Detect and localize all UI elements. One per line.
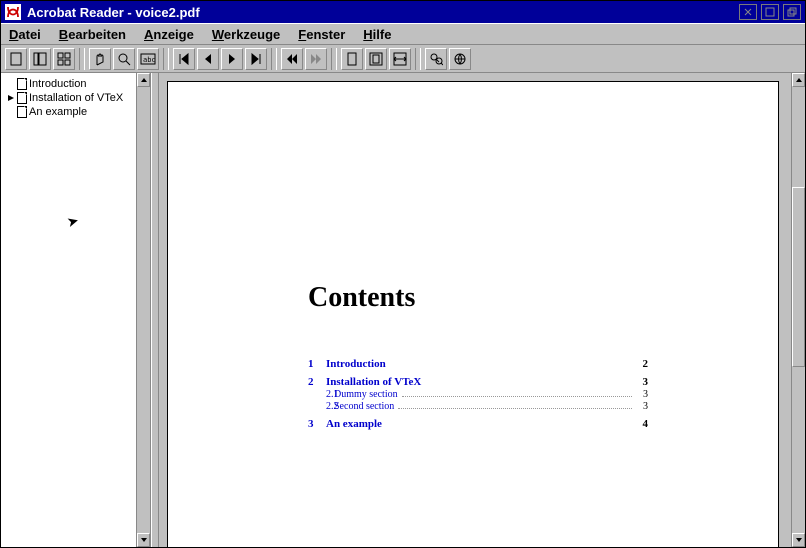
toc-leader	[402, 396, 632, 397]
page-heading: Contents	[308, 282, 415, 314]
toc-pagenum: 3	[636, 389, 648, 400]
bookmarks-panel: Introduction Installation of VTeX An exa…	[1, 73, 151, 547]
toc-subentry[interactable]: 2.2 Second section 3	[308, 401, 648, 412]
sidebar-scrollbar[interactable]	[136, 73, 150, 547]
acrobat-app-icon	[5, 4, 21, 20]
mouse-cursor-icon: ➤	[65, 212, 81, 231]
next-page-icon[interactable]	[221, 48, 243, 70]
expand-triangle-icon[interactable]	[7, 94, 15, 102]
toc-number: 2	[308, 376, 326, 388]
menu-fenster[interactable]: Fenster	[298, 27, 345, 42]
toc-leader	[398, 408, 632, 409]
title-text: Acrobat Reader - voice2.pdf	[27, 5, 735, 20]
hand-tool-icon[interactable]	[89, 48, 111, 70]
find-icon[interactable]	[425, 48, 447, 70]
window-minimize-button[interactable]	[739, 4, 757, 20]
toc-pagenum: 3	[636, 401, 648, 412]
scroll-thumb[interactable]	[792, 187, 805, 367]
zoom-tool-icon[interactable]	[113, 48, 135, 70]
pdf-page: Contents 1 Introduction 2 2 Installation…	[167, 81, 779, 547]
toc-pagenum: 2	[636, 358, 648, 370]
page-bookmarks-icon[interactable]	[29, 48, 51, 70]
toc-number: 2.2	[308, 401, 334, 412]
toc-leader	[425, 384, 632, 385]
toc-pagenum: 3	[636, 376, 648, 388]
bookmark-label: Introduction	[29, 78, 86, 90]
menubar: Datei Bearbeiten Anzeige Werkzeuge Fenst…	[1, 23, 805, 45]
toc-title: An example	[326, 418, 382, 430]
toc-pagenum: 4	[636, 418, 648, 430]
toc-subentry[interactable]: 2.1 Dummy section 3	[308, 389, 648, 400]
page-icon	[17, 92, 27, 104]
toc-number: 2.1	[308, 389, 334, 400]
document-scrollbar[interactable]	[791, 73, 805, 547]
window-maximize-button[interactable]	[761, 4, 779, 20]
table-of-contents: 1 Introduction 2 2 Installation of VTeX …	[308, 352, 648, 430]
menu-werkzeuge[interactable]: Werkzeuge	[212, 27, 280, 42]
toc-entry[interactable]: 2 Installation of VTeX 3	[308, 376, 648, 388]
svg-text:abc: abc	[143, 56, 156, 64]
menu-bearbeiten[interactable]: Bearbeiten	[59, 27, 126, 42]
prev-page-icon[interactable]	[197, 48, 219, 70]
toc-number: 1	[308, 358, 326, 370]
toc-title: Introduction	[326, 358, 386, 370]
menu-anzeige[interactable]: Anzeige	[144, 27, 194, 42]
toc-leader	[390, 366, 632, 367]
web-link-icon[interactable]	[449, 48, 471, 70]
fit-width-icon[interactable]	[389, 48, 411, 70]
main-area: Introduction Installation of VTeX An exa…	[1, 73, 805, 547]
toc-number: 3	[308, 418, 326, 430]
bookmark-label: Installation of VTeX	[29, 92, 123, 104]
toolbar: abc	[1, 45, 805, 73]
first-page-icon[interactable]	[173, 48, 195, 70]
scroll-up-icon[interactable]	[792, 73, 805, 87]
text-select-icon[interactable]: abc	[137, 48, 159, 70]
window-restore-button[interactable]	[783, 4, 801, 20]
bookmark-label: An example	[29, 106, 87, 118]
toc-entry[interactable]: 3 An example 4	[308, 418, 648, 430]
expander-placeholder	[7, 80, 15, 88]
actual-size-icon[interactable]	[341, 48, 363, 70]
toc-title: Dummy section	[334, 389, 398, 400]
page-icon	[17, 78, 27, 90]
scroll-down-icon[interactable]	[137, 533, 150, 547]
scroll-up-icon[interactable]	[137, 73, 150, 87]
prev-view-icon[interactable]	[281, 48, 303, 70]
last-page-icon[interactable]	[245, 48, 267, 70]
fit-page-icon[interactable]	[365, 48, 387, 70]
toc-entry[interactable]: 1 Introduction 2	[308, 358, 648, 370]
menu-hilfe[interactable]: Hilfe	[363, 27, 391, 42]
bookmark-item[interactable]: Installation of VTeX	[1, 91, 150, 105]
toc-title: Installation of VTeX	[326, 376, 421, 388]
bookmark-item[interactable]: Introduction	[1, 77, 150, 91]
page-icon	[17, 106, 27, 118]
page-only-icon[interactable]	[5, 48, 27, 70]
scroll-down-icon[interactable]	[792, 533, 805, 547]
toc-title: Second section	[334, 401, 394, 412]
next-view-icon[interactable]	[305, 48, 327, 70]
titlebar: Acrobat Reader - voice2.pdf	[1, 1, 805, 23]
bookmark-item[interactable]: An example	[1, 105, 150, 119]
toc-leader	[386, 426, 632, 427]
splitter[interactable]	[151, 73, 159, 547]
menu-datei[interactable]: Datei	[9, 27, 41, 42]
document-view[interactable]: Contents 1 Introduction 2 2 Installation…	[159, 73, 805, 547]
page-thumbnails-icon[interactable]	[53, 48, 75, 70]
expander-placeholder	[7, 108, 15, 116]
